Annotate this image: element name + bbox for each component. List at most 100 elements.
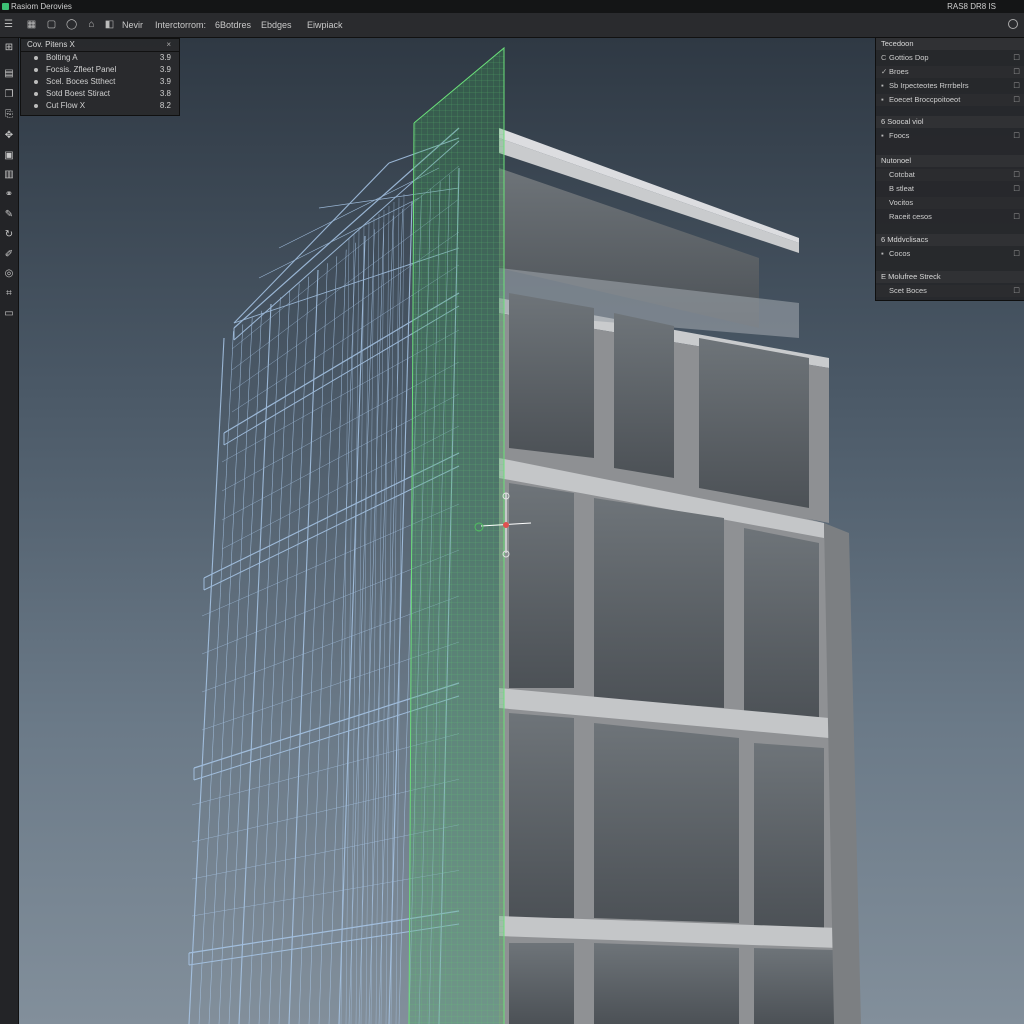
list-icon[interactable]: ▤ (3, 68, 15, 80)
outliner-item[interactable]: Scel. Boces Stthect 3.9 (21, 76, 179, 88)
toggle-icon[interactable]: ◧ (104, 19, 115, 30)
property-item[interactable]: ✓ Broes ☐ (876, 66, 1024, 78)
checkbox-icon[interactable]: ☐ (1013, 248, 1020, 260)
checkbox-icon[interactable]: ☐ (1013, 80, 1020, 92)
menu-botdres[interactable]: 6Botdres (215, 20, 251, 30)
clipboard-icon[interactable]: ▭ (3, 308, 15, 320)
bullet-icon (34, 68, 38, 72)
outliner-item-value: 3.9 (159, 77, 171, 86)
building-model (188, 46, 861, 1024)
outliner-item[interactable]: Sotd Boest Stiract 3.8 (21, 88, 179, 100)
brush-icon[interactable]: ✎ (3, 209, 15, 221)
outliner-item-label: Bolting A (46, 53, 78, 62)
grid-icon[interactable]: ▦ (26, 19, 37, 30)
pencil-icon[interactable]: ✐ (3, 249, 15, 261)
section-header[interactable]: Tecedoon (876, 38, 1024, 50)
property-label: Scet Boces (889, 286, 927, 295)
menu-eiwpiack[interactable]: Eiwpiack (307, 20, 343, 30)
item-icon: ▪ (881, 131, 884, 140)
outliner-item-value: 3.8 (159, 89, 171, 98)
property-label: Foocs (889, 131, 910, 140)
outliner-item-value: 3.9 (159, 65, 171, 74)
section-header[interactable]: 6 Soocal viol (876, 116, 1024, 128)
outliner-item-value: 8.2 (159, 101, 171, 110)
link-icon[interactable]: ⚭ (3, 189, 15, 201)
property-label: B stleat (889, 184, 915, 193)
outliner-header: Cov. Pitens X × (21, 39, 179, 52)
bullet-icon (34, 56, 38, 60)
solid-facade (499, 128, 861, 1024)
section-header[interactable]: Nutonoel (876, 155, 1024, 167)
checkbox-icon[interactable]: ☐ (1013, 66, 1020, 78)
properties-panel: Tecedoon C Gottios Dop ☐ ✓ Broes ☐ ▪ Sb Irpec… (875, 37, 1024, 301)
title-bar: Rasiom Derovies RAS8 DR8 IS (0, 0, 1024, 13)
menu-icon[interactable]: ☰ (3, 19, 14, 30)
property-item[interactable]: Raceit cesos ☐ (876, 211, 1024, 223)
checkbox-icon[interactable]: ☐ (1013, 130, 1020, 142)
copy-icon[interactable]: ⎘ (3, 109, 15, 121)
property-item[interactable]: Cotcbat ☐ (876, 169, 1024, 181)
toolbar: ☰ ▦ ▢ ◯ ⌂ ◧ Nevir Interctorrom: 6Botdres… (0, 13, 1024, 38)
circle-icon[interactable]: ◯ (66, 19, 77, 30)
section-header[interactable]: E Molufree Streck (876, 271, 1024, 283)
checkbox-icon[interactable]: ☐ (1013, 211, 1020, 223)
menu-ebdges[interactable]: Ebdges (261, 20, 292, 30)
property-label: Eoecet Broccpoitoeot (889, 95, 961, 104)
section-icon[interactable]: ⌗ (3, 288, 15, 300)
move-icon[interactable]: ✥ (3, 130, 15, 142)
item-icon: ▪ (881, 249, 884, 258)
item-icon: C (881, 53, 887, 62)
duplicate-icon[interactable]: ❐ (3, 89, 15, 101)
item-icon: ▪ (881, 81, 884, 90)
property-item[interactable]: Scet Boces ☐ (876, 285, 1024, 297)
item-icon: ▪ (881, 95, 884, 104)
rotate-icon[interactable]: ↻ (3, 229, 15, 241)
menu-interctorrom[interactable]: Interctorrom: (155, 20, 206, 30)
square-icon[interactable]: ▢ (46, 19, 57, 30)
section-header[interactable]: 6 Mddvclisacs (876, 234, 1024, 246)
outliner-item-label: Scel. Boces Stthect (46, 77, 116, 86)
3d-viewport[interactable] (19, 38, 1024, 1024)
property-item[interactable]: Vocitos (876, 197, 1024, 209)
window-title: Rasiom Derovies (11, 2, 72, 11)
property-label: Gottios Dop (889, 53, 929, 62)
outliner-item-label: Sotd Boest Stiract (46, 89, 111, 98)
property-item[interactable]: ▪ Cocos ☐ (876, 248, 1024, 260)
outliner-title: Cov. Pitens X (27, 40, 75, 49)
outliner-item-label: Cut Flow X (46, 101, 86, 110)
outliner-item-label: Focsis. Zfleet Panel (46, 65, 117, 74)
section-plane (408, 46, 505, 1024)
property-item[interactable]: ▪ Sb Irpecteotes Rrrrbelrs ☐ (876, 80, 1024, 92)
checkbox-icon[interactable]: ☐ (1013, 94, 1020, 106)
window-status: RAS8 DR8 IS (947, 2, 996, 11)
property-label: Broes (889, 67, 909, 76)
outliner-item[interactable]: Bolting A 3.9 (21, 52, 179, 64)
left-toolbar: ⊞ ▤ ❐ ⎘ ✥ ▣ ▥ ⚭ ✎ ↻ ✐ ◎ ⌗ ▭ (0, 38, 19, 1024)
layers-icon[interactable]: ⊞ (3, 42, 15, 54)
property-item[interactable]: ▪ Foocs ☐ (876, 130, 1024, 142)
outliner-item[interactable]: Focsis. Zfleet Panel 3.9 (21, 64, 179, 76)
frame-icon[interactable]: ▣ (3, 150, 15, 162)
lock-icon[interactable]: ⌂ (86, 19, 97, 30)
sphere-icon[interactable]: ◎ (3, 268, 15, 280)
checkbox-icon[interactable]: ☐ (1013, 52, 1020, 64)
property-label: Cotcbat (889, 170, 915, 179)
property-item[interactable]: C Gottios Dop ☐ (876, 52, 1024, 64)
outliner-item-value: 3.9 (159, 53, 171, 62)
property-label: Sb Irpecteotes Rrrrbelrs (889, 81, 969, 90)
property-label: Raceit cesos (889, 212, 932, 221)
property-item[interactable]: ▪ Eoecet Broccpoitoeot ☐ (876, 94, 1024, 106)
settings-icon[interactable] (1008, 19, 1018, 29)
save-icon[interactable]: ▥ (3, 169, 15, 181)
checkbox-icon[interactable]: ☐ (1013, 183, 1020, 195)
app-icon (2, 3, 9, 10)
property-label: Vocitos (889, 198, 914, 207)
property-item[interactable]: B stleat ☐ (876, 183, 1024, 195)
menu-nevir[interactable]: Nevir (122, 20, 143, 30)
checkbox-icon[interactable]: ☐ (1013, 169, 1020, 181)
outliner-item[interactable]: Cut Flow X 8.2 (21, 100, 179, 112)
checkbox-icon[interactable]: ☐ (1013, 285, 1020, 297)
bullet-icon (34, 104, 38, 108)
close-icon[interactable]: × (166, 39, 171, 51)
item-icon: ✓ (881, 67, 888, 76)
